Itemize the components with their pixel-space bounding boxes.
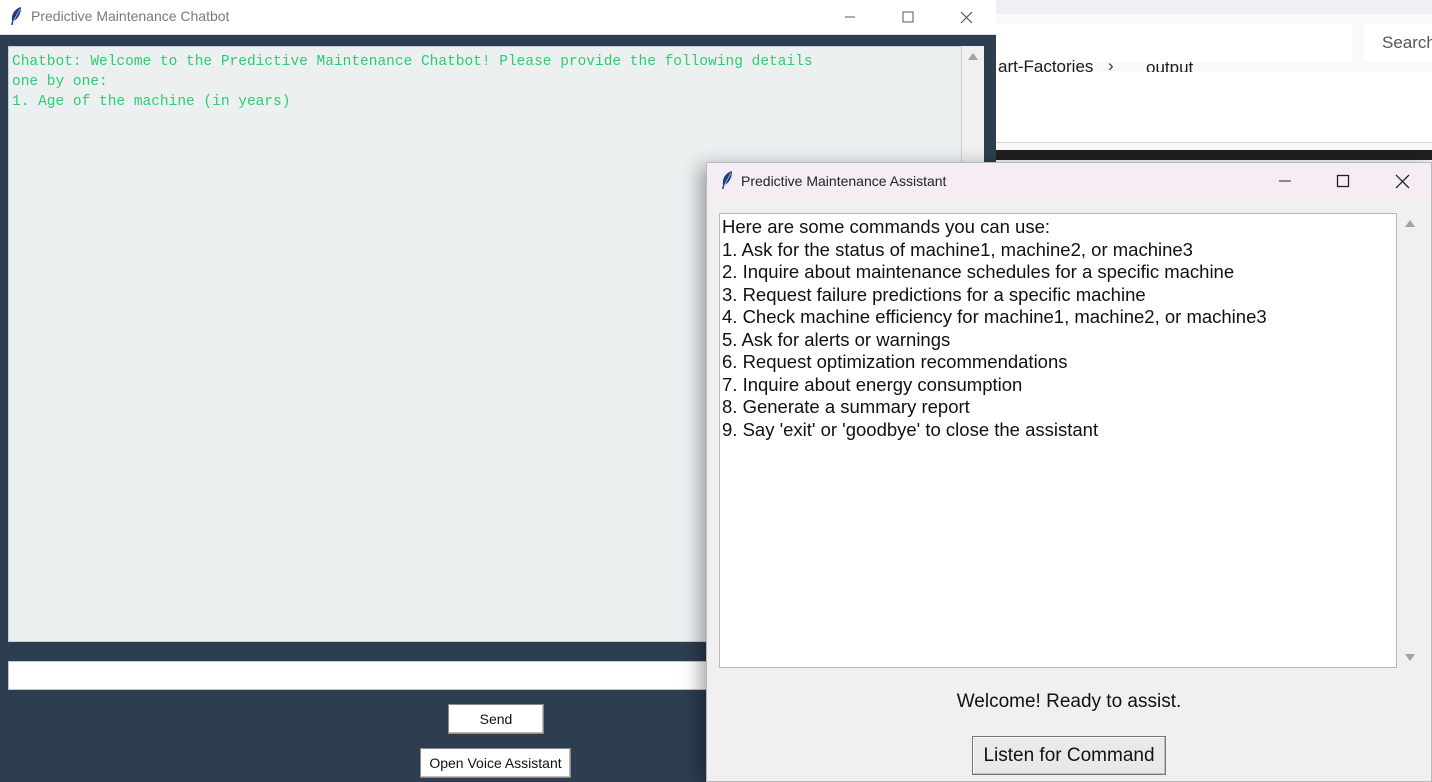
command-line: 8. Generate a summary report — [722, 396, 970, 417]
commands-scrollbar[interactable] — [1399, 213, 1421, 668]
command-line: 2. Inquire about maintenance schedules f… — [722, 261, 1235, 282]
feather-icon — [722, 171, 732, 189]
close-button[interactable] — [1373, 163, 1431, 199]
close-button[interactable] — [937, 0, 995, 34]
maximize-button[interactable] — [1314, 163, 1372, 199]
chatbot-titlebar[interactable]: Predictive Maintenance Chatbot — [0, 0, 996, 35]
listen-for-command-button[interactable]: Listen for Command — [972, 736, 1166, 775]
search-placeholder: Search — [1382, 33, 1432, 52]
scroll-up-icon[interactable] — [968, 53, 978, 60]
scroll-down-icon[interactable] — [1405, 654, 1415, 661]
search-box[interactable]: Search — [1364, 24, 1432, 62]
explorer-dark-strip — [996, 150, 1432, 160]
status-label: Welcome! Ready to assist. — [956, 691, 1182, 712]
command-line: 5. Ask for alerts or warnings — [722, 328, 951, 350]
close-icon — [960, 11, 972, 23]
minimize-icon — [1279, 180, 1291, 182]
explorer-tab-strip — [996, 0, 1432, 14]
address-bar[interactable]: art-Factories › output — [996, 24, 1352, 77]
minimize-button[interactable] — [821, 0, 879, 34]
command-line: 4. Check machine efficiency for machine1… — [722, 306, 1267, 327]
assistant-titlebar[interactable]: Predictive Maintenance Assistant — [707, 163, 1431, 199]
scroll-up-icon[interactable] — [1405, 220, 1415, 227]
chatbot-title: Predictive Maintenance Chatbot — [31, 8, 230, 24]
command-line: 7. Inquire about energy consumption — [722, 373, 1023, 395]
minimize-icon — [845, 16, 855, 18]
feather-icon — [11, 7, 21, 25]
maximize-button[interactable] — [879, 0, 937, 34]
file-explorer-window: art-Factories › output Search — [996, 0, 1432, 160]
commands-text-area[interactable]: Here are some commands you can use: 1. As… — [719, 213, 1397, 668]
command-line: Here are some commands you can use: — [722, 216, 1051, 237]
close-icon — [1395, 174, 1409, 188]
commands-list: Here are some commands you can use: 1. As… — [720, 214, 1396, 441]
maximize-icon — [902, 11, 914, 23]
command-line: 6. Request optimization recommendations — [722, 351, 1068, 372]
explorer-content — [996, 72, 1432, 143]
chat-log-text: Chatbot: Welcome to the Predictive Maint… — [12, 54, 813, 110]
command-line: 3. Request failure predictions for a spe… — [722, 283, 1146, 305]
assistant-window: Predictive Maintenance Assistant Here ar… — [706, 162, 1432, 782]
command-line: 1. Ask for the status of machine1, machi… — [722, 238, 1193, 260]
assistant-title: Predictive Maintenance Assistant — [741, 173, 947, 189]
maximize-icon — [1336, 174, 1350, 188]
open-voice-assistant-button[interactable]: Open Voice Assistant — [420, 748, 571, 778]
minimize-button[interactable] — [1256, 163, 1314, 199]
send-button[interactable]: Send — [448, 704, 544, 734]
command-line: 9. Say 'exit' or 'goodbye' to close the … — [722, 418, 1099, 440]
